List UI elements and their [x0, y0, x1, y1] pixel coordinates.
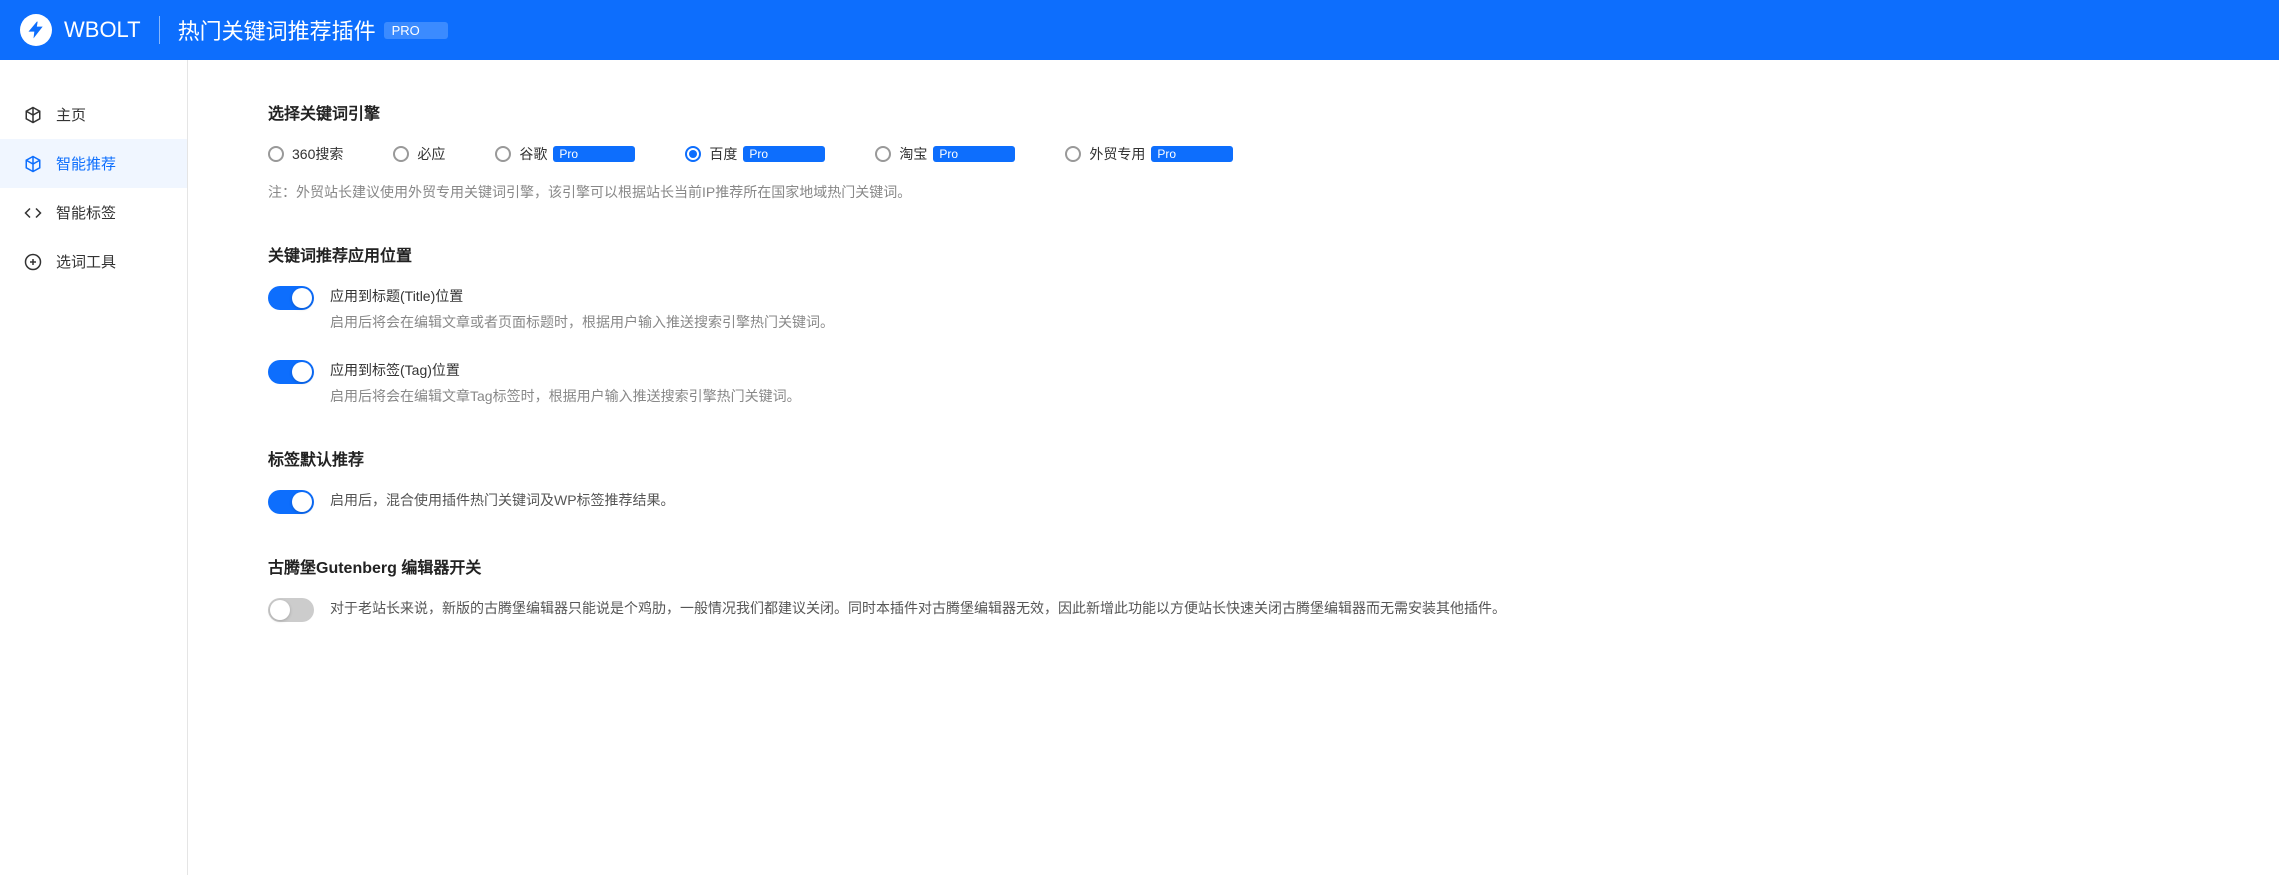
section-position: 关键词推荐应用位置 应用到标题(Title)位置 启用后将会在编辑文章或者页面标…	[268, 242, 2199, 406]
pro-badge: Pro	[553, 146, 635, 162]
radio-engine-0[interactable]: 360搜索	[268, 144, 343, 164]
nav-label: 选词工具	[56, 251, 116, 272]
nav-label: 智能推荐	[56, 153, 116, 174]
toggle-row-position-0: 应用到标题(Title)位置 启用后将会在编辑文章或者页面标题时，根据用户输入推…	[268, 286, 2199, 332]
radio-circle-icon	[495, 146, 511, 162]
section-title-engine: 选择关键词引擎	[268, 100, 2199, 124]
radio-label: 必应	[417, 144, 445, 164]
toggle-row-gutenberg: 对于老站长来说，新版的古腾堡编辑器只能说是个鸡肋，一般情况我们都建议关闭。同时本…	[268, 598, 2199, 622]
main-content: 选择关键词引擎 360搜索 必应 谷歌 Pro 百度 Pro 淘宝 Pro 外贸专用 Pro 注：…	[188, 60, 2279, 875]
radio-circle-icon	[685, 146, 701, 162]
radio-circle-icon	[1065, 146, 1081, 162]
cube-icon	[24, 106, 42, 124]
nav-item-0[interactable]: 主页	[0, 90, 187, 139]
code-icon	[24, 204, 42, 222]
radio-circle-icon	[268, 146, 284, 162]
toggle-position-1[interactable]	[268, 360, 314, 384]
radio-engine-1[interactable]: 必应	[393, 144, 445, 164]
radio-engine-2[interactable]: 谷歌 Pro	[495, 144, 635, 164]
radio-label: 淘宝	[899, 144, 927, 164]
radio-circle-icon	[875, 146, 891, 162]
toggle-desc-default-tag: 启用后，混合使用插件热门关键词及WP标签推荐结果。	[330, 490, 675, 510]
toggle-row-position-1: 应用到标签(Tag)位置 启用后将会在编辑文章Tag标签时，根据用户输入推送搜索…	[268, 360, 2199, 406]
pro-badge: Pro	[933, 146, 1015, 162]
toggle-default-tag[interactable]	[268, 490, 314, 514]
section-engine: 选择关键词引擎 360搜索 必应 谷歌 Pro 百度 Pro 淘宝 Pro 外贸专用 Pro 注：…	[268, 100, 2199, 202]
engine-note: 注：外贸站长建议使用外贸专用关键词引擎，该引擎可以根据站长当前IP推荐所在国家地…	[268, 182, 2199, 202]
nav-label: 主页	[56, 104, 86, 125]
radio-label: 360搜索	[292, 144, 343, 164]
cube-icon	[24, 155, 42, 173]
sidebar: 主页智能推荐智能标签选词工具	[0, 60, 188, 875]
pro-badge: Pro	[1151, 146, 1233, 162]
brand-text: WBOLT	[64, 17, 141, 43]
section-title-gutenberg: 古腾堡Gutenberg 编辑器开关	[268, 554, 2199, 578]
toggle-gutenberg[interactable]	[268, 598, 314, 622]
section-gutenberg: 古腾堡Gutenberg 编辑器开关 对于老站长来说，新版的古腾堡编辑器只能说是…	[268, 554, 2199, 622]
toggle-desc: 启用后将会在编辑文章或者页面标题时，根据用户输入推送搜索引擎热门关键词。	[330, 312, 2199, 332]
section-title-default-tag: 标签默认推荐	[268, 446, 2199, 470]
radio-label: 谷歌	[519, 144, 547, 164]
radio-label: 外贸专用	[1089, 144, 1145, 164]
logo-icon	[20, 14, 52, 46]
toggle-desc: 启用后将会在编辑文章Tag标签时，根据用户输入推送搜索引擎热门关键词。	[330, 386, 2199, 406]
toggle-label: 应用到标题(Title)位置	[330, 286, 2199, 306]
radio-circle-icon	[393, 146, 409, 162]
header: WBOLT 热门关键词推荐插件 PRO	[0, 0, 2279, 60]
pro-badge-header: PRO	[384, 22, 448, 39]
pro-badge: Pro	[743, 146, 825, 162]
nav-item-2[interactable]: 智能标签	[0, 188, 187, 237]
radio-engine-3[interactable]: 百度 Pro	[685, 144, 825, 164]
toggle-desc-gutenberg: 对于老站长来说，新版的古腾堡编辑器只能说是个鸡肋，一般情况我们都建议关闭。同时本…	[330, 598, 1506, 618]
header-divider	[159, 16, 160, 44]
engine-radio-group: 360搜索 必应 谷歌 Pro 百度 Pro 淘宝 Pro 外贸专用 Pro	[268, 144, 2199, 164]
radio-label: 百度	[709, 144, 737, 164]
plus-circle-icon	[24, 253, 42, 271]
radio-engine-4[interactable]: 淘宝 Pro	[875, 144, 1015, 164]
nav-item-3[interactable]: 选词工具	[0, 237, 187, 286]
page-title: 热门关键词推荐插件	[178, 14, 376, 46]
toggle-label: 应用到标签(Tag)位置	[330, 360, 2199, 380]
nav-item-1[interactable]: 智能推荐	[0, 139, 187, 188]
radio-engine-5[interactable]: 外贸专用 Pro	[1065, 144, 1233, 164]
section-title-position: 关键词推荐应用位置	[268, 242, 2199, 266]
toggle-row-default-tag: 启用后，混合使用插件热门关键词及WP标签推荐结果。	[268, 490, 2199, 514]
nav-label: 智能标签	[56, 202, 116, 223]
section-default-tag: 标签默认推荐 启用后，混合使用插件热门关键词及WP标签推荐结果。	[268, 446, 2199, 514]
toggle-position-0[interactable]	[268, 286, 314, 310]
